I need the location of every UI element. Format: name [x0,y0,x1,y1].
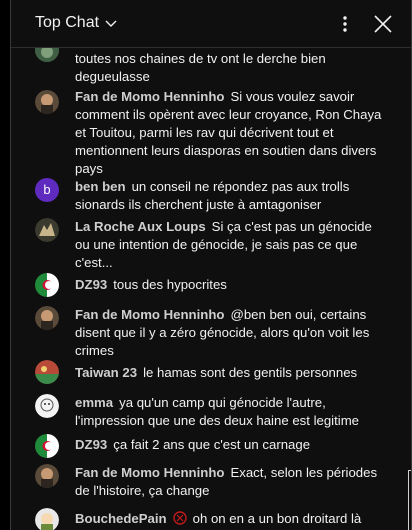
avatar[interactable] [35,394,59,418]
chat-message: emma ya qu'un camp qui génocide l'autre, … [11,394,411,430]
chat-message: DZ93 ça fait 2 ans que c'est un carnage [11,434,411,458]
close-icon[interactable] [373,14,393,34]
avatar[interactable] [35,508,59,530]
avatar-letter: b [43,182,51,197]
author-name[interactable]: DZ93 [75,437,107,452]
author-name[interactable]: Fan de Momo Henninho [75,89,224,104]
author-name[interactable]: emma [75,395,113,410]
chat-message: DZ93 tous des hypocrites [11,273,411,297]
avatar[interactable] [35,434,59,458]
author-name[interactable]: Fan de Momo Henninho [75,465,224,480]
avatar[interactable] [35,218,59,242]
chat-message: Taiwan 23 le hamas sont des gentils perso… [11,360,411,384]
chat-message: BouchedePain oh on en a un bon droitard l… [11,508,411,530]
more-vert-icon[interactable] [341,14,349,34]
chat-mode-label: Top Chat [35,14,100,31]
author-name[interactable]: La Roche Aux Loups [75,219,206,234]
chat-message: b ben ben un conseil ne répondez pas aux … [11,178,411,214]
avatar[interactable] [35,90,59,114]
chat-message: La Roche Aux Loups Si ça c'est pas un gén… [11,218,411,272]
chevron-down-icon [105,20,117,27]
author-name[interactable]: Fan de Momo Henninho [75,307,224,322]
message-text: ya qu'un camp qui génocide l'autre, l'im… [75,395,360,428]
chat-message: Fan de Momo Henninho Si vous voulez savoi… [11,88,411,178]
avatar[interactable] [35,306,59,330]
chat-mode-selector[interactable]: Top Chat [35,14,118,32]
author-name[interactable]: DZ93 [75,277,107,292]
scrollbar[interactable] [408,470,411,530]
chat-message: Fan de Momo Henninho @ben ben oui, certai… [11,306,411,360]
message-text: tous des hypocrites [113,277,227,292]
avatar[interactable] [35,360,59,384]
avatar[interactable] [35,464,59,488]
author-name[interactable]: ben ben [75,179,126,194]
chat-message: toutes nos chaines de tv ont le derche b… [11,38,411,86]
message-text: le hamas sont des gentils personnes [143,365,358,380]
message-text: ça fait 2 ans que c'est un carnage [113,437,311,452]
chat-header: Top Chat [11,0,411,48]
avatar[interactable]: b [35,178,59,202]
avatar[interactable] [35,273,59,297]
badge-icon [172,511,187,525]
author-name[interactable]: Taiwan 23 [75,365,137,380]
message-text: oh on en a un bon droitard là [192,511,362,526]
chat-message: Fan de Momo Henninho Exact, selon les pér… [11,464,411,500]
live-chat-panel: Top Chat toutes nos chaines de tv ont le… [10,0,412,530]
message-text: toutes nos chaines de tv ont le derche b… [75,51,326,84]
author-name[interactable]: BouchedePain [75,511,167,526]
